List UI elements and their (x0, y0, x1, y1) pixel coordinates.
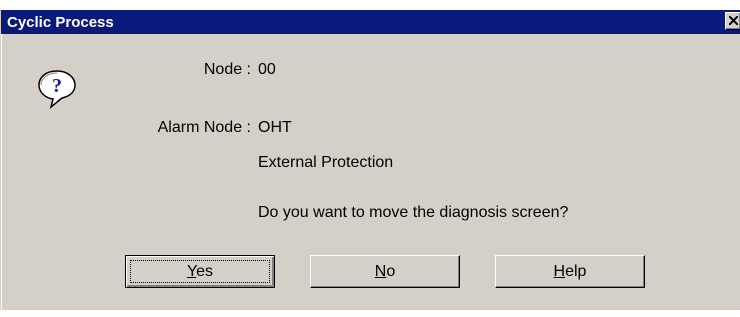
close-icon (729, 16, 738, 25)
cyclic-process-dialog: Cyclic Process ? Node : 00 Alarm Node : … (0, 10, 740, 310)
alarm-detail-text: External Protection (258, 154, 394, 171)
help-button[interactable]: Help (495, 255, 645, 288)
question-icon: ? (35, 68, 79, 115)
no-button[interactable]: No (310, 255, 460, 288)
yes-mnemonic: Y (186, 263, 197, 280)
no-mnemonic: N (374, 263, 387, 280)
alarm-node-value: OHT (258, 119, 292, 136)
svg-text:?: ? (52, 75, 62, 97)
no-label-rest: o (386, 263, 396, 280)
yes-button[interactable]: Yes (125, 255, 275, 288)
window-title: Cyclic Process (7, 14, 114, 31)
title-bar[interactable]: Cyclic Process (1, 10, 740, 34)
node-label: Node : (203, 61, 251, 78)
node-value: 00 (258, 61, 276, 78)
help-label-rest: elp (565, 263, 587, 280)
alarm-node-label: Alarm Node : (157, 119, 251, 136)
confirm-question-text: Do you want to move the diagnosis screen… (258, 204, 569, 221)
help-mnemonic: H (553, 263, 566, 280)
yes-label-rest: es (196, 263, 214, 280)
close-button[interactable] (725, 12, 740, 30)
